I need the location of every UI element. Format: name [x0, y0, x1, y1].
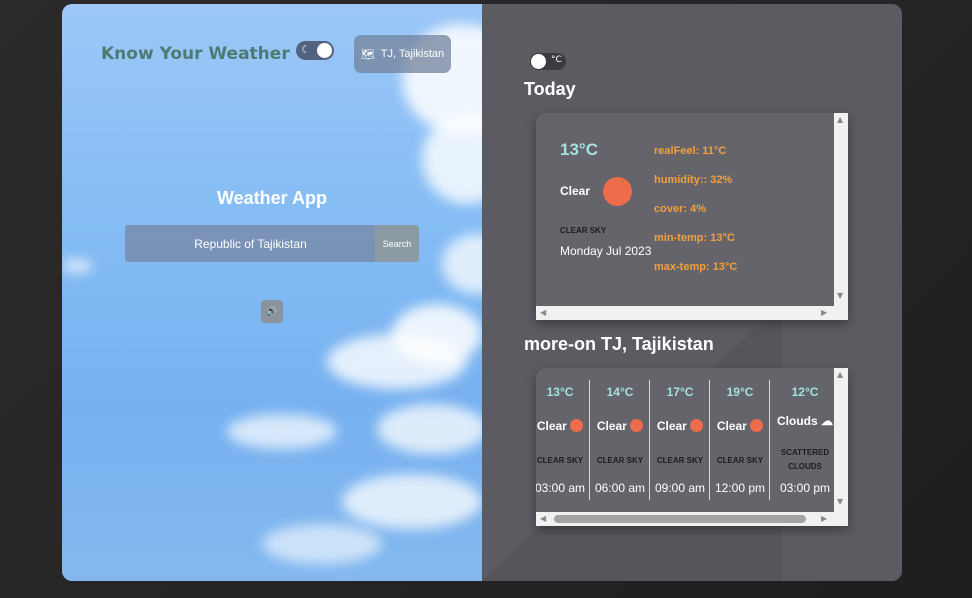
forecast-condition: Clear	[650, 417, 710, 433]
forecast-condition-label: Clear	[656, 419, 687, 433]
scroll-left-icon[interactable]: ◀	[540, 308, 546, 317]
today-card[interactable]: 13°C Clear CLEAR SKY Monday Jul 2023 rea…	[536, 113, 848, 320]
stat-max-temp: max-temp: 13°C	[654, 261, 738, 273]
app-title: Weather App	[216, 188, 327, 208]
forecast-temp: 17°C	[666, 385, 694, 399]
today-temp: 13°C	[560, 140, 598, 159]
forecast-temp: 12°C	[791, 385, 819, 399]
forecast-time: 09:00 am	[654, 481, 706, 495]
forecast-time: 03:00 pm	[779, 481, 831, 495]
search-input[interactable]	[125, 225, 376, 262]
sky-cloud	[377, 404, 482, 454]
forecast-heading: more-on TJ, Tajikistan	[524, 334, 714, 354]
forecast-item: 13°C Clear CLEAR SKY 03:00 am	[536, 380, 590, 500]
forecast-item: 14°C Clear CLEAR SKY 06:00 am	[590, 380, 650, 500]
vertical-scrollbar[interactable]: ▲ ▼	[834, 113, 848, 306]
weather-panel: °C Today 13°C Clear CLEAR SKY Monday Jul…	[482, 4, 902, 581]
search-button[interactable]: Search	[375, 225, 419, 262]
forecast-item: 12°C Clouds ☁ SCATTERED CLOUDS 03:00 pm	[770, 380, 840, 500]
forecast-condition: Clouds ☁	[770, 414, 840, 428]
today-heading: Today	[524, 79, 576, 99]
scroll-up-icon[interactable]: ▲	[837, 370, 843, 379]
forecast-temp: 14°C	[606, 385, 634, 399]
unit-toggle[interactable]: °C	[530, 53, 566, 70]
speaker-button[interactable]: 🔊	[261, 300, 283, 323]
forecast-sky: CLEAR SKY	[536, 456, 584, 465]
forecast-temp: 19°C	[726, 385, 754, 399]
stat-cover: cover: 4%	[654, 203, 706, 215]
app-container: Know Your Weather ☾ 🗺 TJ, Tajikistan Wea…	[62, 4, 902, 581]
sky-cloud	[392, 304, 482, 364]
forecast-condition-label: Clear	[716, 419, 747, 433]
sun-icon	[570, 419, 584, 432]
forecast-condition: Clear	[590, 417, 650, 433]
sky-cloud	[442, 234, 482, 294]
sun-icon	[750, 419, 764, 432]
forecast-sky: CLEAR SKY	[656, 456, 704, 465]
forecast-time: 12:00 pm	[714, 481, 766, 495]
forecast-card[interactable]: 13°C Clear CLEAR SKY 03:00 am 14°C Clear…	[536, 368, 848, 526]
moon-icon: ☾	[301, 43, 311, 56]
sun-icon	[630, 419, 644, 432]
brand-title: Know Your Weather	[101, 44, 290, 64]
forecast-sky: SCATTERED CLOUDS	[780, 448, 830, 471]
sky-cloud	[227, 414, 337, 449]
forecast-time: 03:00 am	[536, 481, 586, 495]
sky-cloud	[342, 474, 482, 529]
location-button[interactable]: 🗺 TJ, Tajikistan	[354, 35, 451, 73]
location-button-label: TJ, Tajikistan	[380, 48, 445, 60]
today-sky: CLEAR SKY	[560, 226, 607, 235]
scroll-up-icon[interactable]: ▲	[837, 115, 843, 124]
map-icon: 🗺	[360, 48, 375, 61]
scroll-left-icon[interactable]: ◀	[540, 514, 546, 523]
scroll-thumb[interactable]	[554, 515, 806, 523]
toggle-knob	[317, 43, 332, 58]
vertical-scrollbar[interactable]: ▲ ▼	[834, 368, 848, 512]
forecast-time: 06:00 am	[594, 481, 646, 495]
forecast-item: 19°C Clear CLEAR SKY 12:00 pm	[710, 380, 770, 500]
speaker-icon: 🔊	[266, 306, 278, 317]
toggle-knob	[531, 54, 546, 69]
sun-icon	[690, 419, 704, 432]
forecast-condition-label: Clear	[536, 419, 567, 433]
forecast-sky: CLEAR SKY	[716, 456, 764, 465]
dark-mode-toggle[interactable]: ☾	[296, 41, 334, 60]
forecast-condition-label: Clear	[596, 419, 627, 433]
scroll-right-icon[interactable]: ▶	[821, 308, 827, 317]
horizontal-scrollbar[interactable]: ◀ ▶	[536, 306, 848, 320]
sky-cloud	[262, 524, 382, 564]
today-condition: Clear	[560, 184, 591, 198]
unit-label: °C	[551, 55, 562, 65]
stat-humidity: humidity:: 32%	[654, 174, 733, 186]
scroll-right-icon[interactable]: ▶	[821, 514, 827, 523]
forecast-temp: 13°C	[546, 385, 574, 399]
search-panel: Know Your Weather ☾ 🗺 TJ, Tajikistan Wea…	[62, 4, 482, 581]
forecast-item: 17°C Clear CLEAR SKY 09:00 am	[650, 380, 710, 500]
forecast-condition: Clear	[536, 417, 590, 433]
stat-min-temp: min-temp: 13°C	[654, 232, 735, 244]
forecast-sky: CLEAR SKY	[596, 456, 644, 465]
sky-cloud	[62, 259, 92, 273]
cloud-icon: ☁	[821, 414, 833, 428]
today-stats: realFeel: 11°C humidity:: 32% cover: 4% …	[654, 145, 737, 290]
stat-realfeel: realFeel: 11°C	[654, 145, 727, 157]
today-date: Monday Jul 2023	[560, 244, 652, 258]
scroll-down-icon[interactable]: ▼	[837, 291, 843, 300]
forecast-condition-label: Clouds	[776, 414, 818, 428]
sun-icon	[603, 177, 632, 206]
forecast-condition: Clear	[710, 417, 770, 433]
horizontal-scrollbar[interactable]: ◀ ▶	[536, 512, 848, 526]
scroll-down-icon[interactable]: ▼	[837, 497, 843, 506]
